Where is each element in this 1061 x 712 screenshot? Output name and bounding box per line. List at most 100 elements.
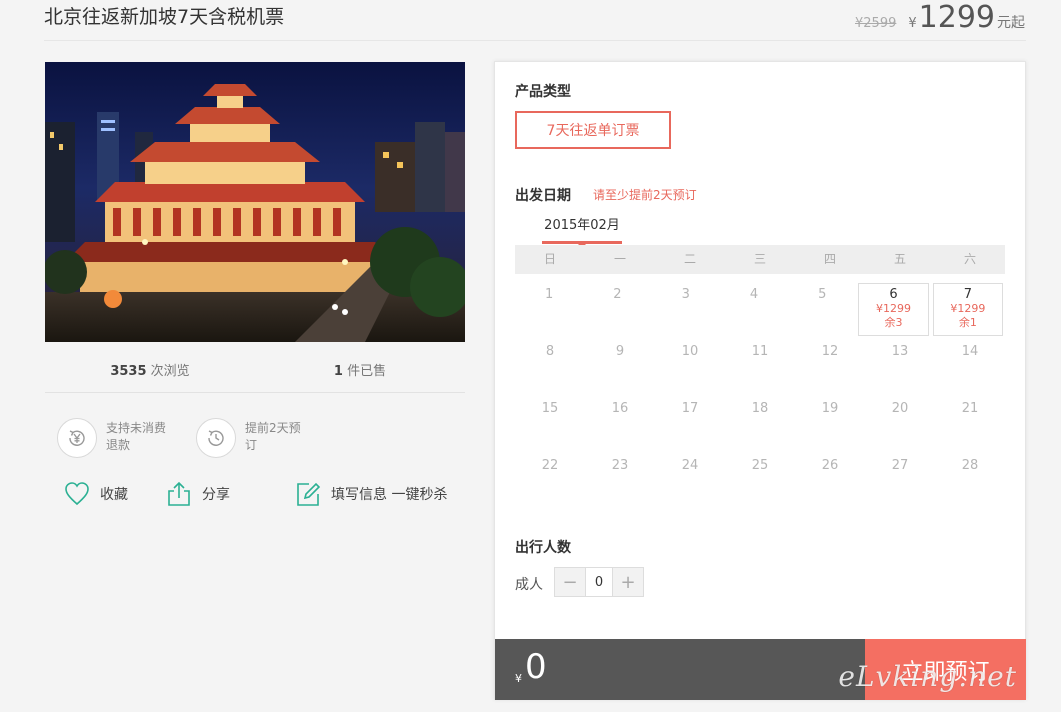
favorite-label: 收藏: [100, 487, 128, 503]
adult-count[interactable]: 0: [585, 568, 613, 596]
calendar-week-row: 15 16 17 18 19 20 21: [515, 397, 1005, 454]
page: 北京往返新加坡7天含税机票 ¥2599 ¥ 1299 元起 3535 次浏览 1…: [0, 0, 1061, 712]
calendar-day-14: 14: [935, 340, 1005, 397]
weekday-wed: 三: [753, 252, 766, 266]
original-price: ¥2599: [855, 16, 897, 31]
calendar-day-number: 11: [751, 344, 769, 359]
currency-symbol: ¥: [908, 16, 917, 31]
calendar-day-number: 13: [891, 344, 909, 359]
share-button[interactable]: 分享: [166, 481, 230, 507]
calendar-day-1: 1: [515, 283, 583, 340]
total-bar: ¥ 0: [495, 639, 865, 700]
page-title: 北京往返新加坡7天含税机票: [44, 6, 285, 28]
calendar-day-22: 22: [515, 454, 585, 511]
weekday-mon: 一: [613, 252, 626, 266]
calendar-week-row: 22 23 24 25 26 27 28: [515, 454, 1005, 511]
quick-buy-label: 填写信息 一键秒杀: [331, 487, 448, 503]
price-area: ¥2599 ¥ 1299 元起: [855, 0, 1025, 35]
views-label: 次浏览: [150, 364, 190, 379]
travelers-label: 出行人数: [515, 540, 571, 556]
calendar-day-number: 21: [961, 401, 979, 416]
booking-panel: 产品类型 7天往返单订票 出发日期 请至少提前2天预订 2015年02月 日 一…: [494, 61, 1026, 700]
calendar-day-number: 1: [545, 287, 554, 302]
calendar-day-20: 20: [865, 397, 935, 454]
clock-icon: [196, 418, 236, 458]
product-type-label: 产品类型: [515, 84, 571, 100]
product-photo: [45, 62, 465, 342]
calendar-day-23: 23: [585, 454, 655, 511]
yen-refund-icon: [57, 418, 97, 458]
calendar-day-number: 5: [818, 287, 827, 302]
calendar-day-remaining: 余3: [884, 316, 903, 329]
calendar-day-25: 25: [725, 454, 795, 511]
calendar-grid: 1 2 3 4 5 6 ¥1299 余3 7 ¥1299 余1 8 9 10 11 12 13 14 15 16 17 1…: [515, 283, 1005, 511]
total-currency: ¥: [515, 672, 522, 685]
date-hint: 请至少提前2天预订: [593, 188, 697, 202]
weekday-sun: 日: [543, 252, 556, 266]
calendar-day-28: 28: [935, 454, 1005, 511]
calendar-day-price: ¥1299: [876, 302, 912, 315]
calendar-day-number: 19: [821, 401, 839, 416]
calendar-day-number: 7: [963, 287, 972, 302]
calendar-day-number: 25: [751, 458, 769, 473]
adult-label: 成人: [515, 577, 543, 593]
total-amount: 0: [525, 647, 547, 687]
calendar-day-3: 3: [652, 283, 720, 340]
weekday-thu: 四: [823, 252, 836, 266]
calendar-day-number: 23: [611, 458, 629, 473]
adult-quantity-stepper: − 0 +: [554, 567, 644, 597]
calendar-day-15: 15: [515, 397, 585, 454]
month-tab[interactable]: 2015年02月: [542, 216, 622, 244]
calendar-day-number: 12: [821, 344, 839, 359]
calendar-day-8: 8: [515, 340, 585, 397]
calendar-day-number: 15: [541, 401, 559, 416]
stats-divider: [45, 392, 465, 393]
calendar-day-number: 20: [891, 401, 909, 416]
calendar-day-number: 2: [613, 287, 622, 302]
increase-button[interactable]: +: [613, 568, 643, 596]
calendar-week-row: 1 2 3 4 5 6 ¥1299 余3 7 ¥1299 余1: [515, 283, 1005, 340]
calendar-day-16: 16: [585, 397, 655, 454]
calendar-day-9: 9: [585, 340, 655, 397]
calendar-day-21: 21: [935, 397, 1005, 454]
calendar-day-4: 4: [720, 283, 788, 340]
heart-icon: [65, 482, 89, 506]
calendar-day-17: 17: [655, 397, 725, 454]
calendar-day-number: 16: [611, 401, 629, 416]
quick-buy-button[interactable]: 填写信息 一键秒杀: [295, 481, 447, 507]
decrease-button[interactable]: −: [555, 568, 585, 596]
calendar-day-number: 8: [545, 344, 555, 359]
calendar-day-number: 9: [615, 344, 625, 359]
calendar-day-number: 10: [681, 344, 699, 359]
share-icon: [168, 481, 190, 506]
calendar-day-7[interactable]: 7 ¥1299 余1: [932, 283, 1003, 336]
views-stat: 3535 次浏览: [45, 360, 255, 379]
share-label: 分享: [202, 487, 230, 503]
calendar-day-12: 12: [795, 340, 865, 397]
calendar-day-remaining: 余1: [958, 316, 977, 329]
calendar-day-number: 26: [821, 458, 839, 473]
calendar-day-11: 11: [725, 340, 795, 397]
calendar-week-row: 8 9 10 11 12 13 14: [515, 340, 1005, 397]
weekday-tue: 二: [683, 252, 696, 266]
calendar-day-number: 18: [751, 401, 769, 416]
calendar-day-26: 26: [795, 454, 865, 511]
calendar-day-13: 13: [865, 340, 935, 397]
calendar-day-number: 24: [681, 458, 699, 473]
weekday-fri: 五: [893, 252, 906, 266]
favorite-button[interactable]: 收藏: [64, 481, 128, 507]
sold-label: 件已售: [347, 364, 387, 379]
calendar-day-2: 2: [583, 283, 651, 340]
product-stats: 3535 次浏览 1 件已售: [45, 360, 465, 379]
calendar-weekday-header: 日 一 二 三 四 五 六: [515, 245, 1005, 274]
current-price: 1299: [918, 0, 995, 35]
views-count: 3535: [110, 364, 147, 379]
watermark: eLvking.net: [838, 660, 1017, 693]
calendar-day-19: 19: [795, 397, 865, 454]
edit-icon: [297, 482, 321, 506]
feature-advance-text: 提前2天预订: [245, 421, 301, 452]
calendar-day-5: 5: [788, 283, 856, 340]
product-type-option[interactable]: 7天往返单订票: [515, 111, 671, 149]
calendar-day-number: 17: [681, 401, 699, 416]
calendar-day-6[interactable]: 6 ¥1299 余3: [858, 283, 929, 336]
